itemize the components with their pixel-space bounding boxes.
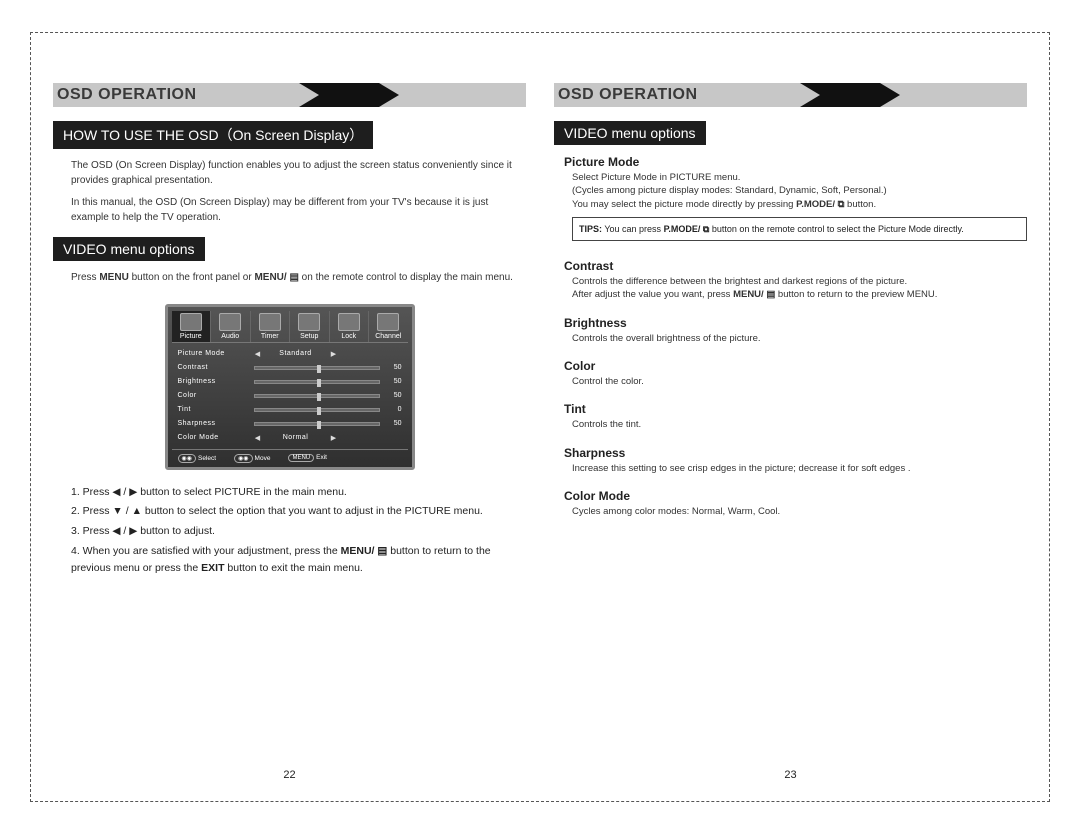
option-picture-mode: Picture Mode Select Picture Mode in PICT… xyxy=(564,155,1027,245)
osd-row: Color50 xyxy=(178,389,402,403)
video-menu-options-label-left: VIDEO menu options xyxy=(53,237,205,261)
osd-row: Picture Mode◀Standard▶ xyxy=(178,347,402,361)
option-heading: Color xyxy=(564,359,1027,373)
osd-tab-picture: Picture xyxy=(172,311,212,342)
osd-row: Brightness50 xyxy=(178,375,402,389)
option-heading: Tint xyxy=(564,402,1027,416)
option-contrast: Contrast Controls the difference between… xyxy=(564,259,1027,302)
press-menu-instruction: Press MENU button on the front panel or … xyxy=(71,271,526,286)
how-to-use-osd-label: HOW TO USE THE OSD（On Screen Display） xyxy=(53,121,373,149)
option-color-mode: Color Mode Cycles among color modes: Nor… xyxy=(564,489,1027,518)
option-heading: Brightness xyxy=(564,316,1027,330)
option-color: Color Control the color. xyxy=(564,359,1027,388)
page-number-left: 22 xyxy=(53,769,526,781)
option-heading: Sharpness xyxy=(564,446,1027,460)
intro-paragraph-2: In this manual, the OSD (On Screen Displ… xyxy=(71,196,526,225)
osd-footer: ◉◉Select ◉◉Move MENUExit xyxy=(172,450,408,463)
osd-tab-channel: Channel xyxy=(369,311,408,342)
video-menu-options-label-right: VIDEO menu options xyxy=(554,121,706,145)
page-frame: OSD OPERATION HOW TO USE THE OSD（On Scre… xyxy=(30,32,1050,802)
step-2: 2. Press ▼ / ▲ button to select the opti… xyxy=(71,503,526,520)
osd-row: Tint0 xyxy=(178,403,402,417)
step-4: 4. When you are satisfied with your adju… xyxy=(71,543,526,577)
tips-box: TIPS: You can press P.MODE/ ⧉ button on … xyxy=(572,217,1027,241)
instruction-steps: 1. Press ◀ / ▶ button to select PICTURE … xyxy=(71,484,526,580)
osd-tab-timer: Timer xyxy=(251,311,291,342)
section-banner-left: OSD OPERATION xyxy=(53,83,526,107)
section-banner-right: OSD OPERATION xyxy=(554,83,1027,107)
option-sharpness: Sharpness Increase this setting to see c… xyxy=(564,446,1027,475)
osd-tab-audio: Audio xyxy=(211,311,251,342)
step-3: 3. Press ◀ / ▶ button to adjust. xyxy=(71,523,526,540)
left-page: OSD OPERATION HOW TO USE THE OSD（On Scre… xyxy=(53,83,526,781)
option-heading: Picture Mode xyxy=(564,155,1027,169)
osd-tab-lock: Lock xyxy=(330,311,370,342)
intro-paragraph-1: The OSD (On Screen Display) function ena… xyxy=(71,159,526,188)
banner-title: OSD OPERATION xyxy=(554,83,1027,107)
osd-menu-mockup: PictureAudioTimerSetupLockChannel Pictur… xyxy=(165,304,415,470)
option-brightness: Brightness Controls the overall brightne… xyxy=(564,316,1027,345)
osd-row: Contrast50 xyxy=(178,361,402,375)
right-page: OSD OPERATION VIDEO menu options Picture… xyxy=(554,83,1027,781)
osd-row: Sharpness50 xyxy=(178,417,402,431)
option-heading: Contrast xyxy=(564,259,1027,273)
step-1: 1. Press ◀ / ▶ button to select PICTURE … xyxy=(71,484,526,501)
banner-title: OSD OPERATION xyxy=(53,83,526,107)
option-tint: Tint Controls the tint. xyxy=(564,402,1027,431)
option-heading: Color Mode xyxy=(564,489,1027,503)
osd-tab-setup: Setup xyxy=(290,311,330,342)
osd-row: Color Mode◀Normal▶ xyxy=(178,431,402,445)
page-number-right: 23 xyxy=(554,769,1027,781)
